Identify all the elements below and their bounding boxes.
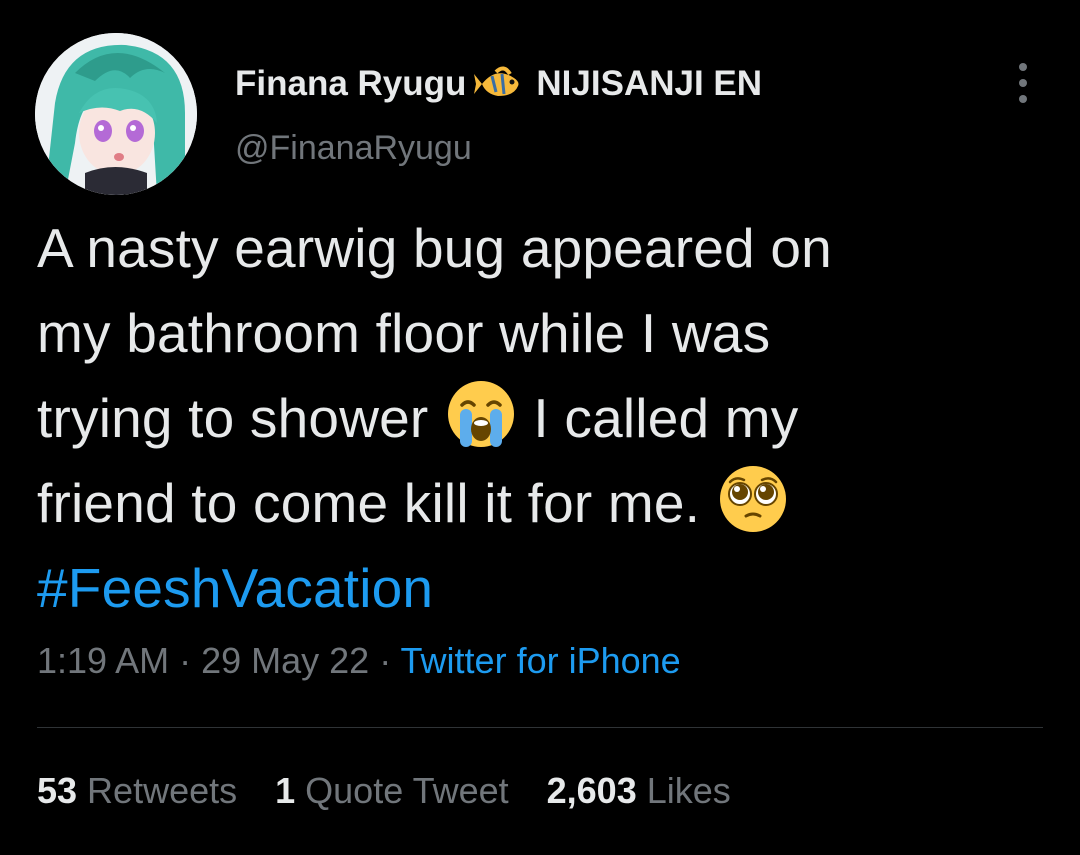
divider: [37, 727, 1043, 728]
tweet-stats: 53 Retweets 1 Quote Tweet 2,603 Likes: [37, 770, 731, 812]
tweet-line-text: friend to come kill it for me.: [37, 472, 701, 534]
tweet-source-link[interactable]: Twitter for iPhone: [401, 640, 681, 681]
retweets-stat[interactable]: 53 Retweets: [37, 770, 237, 812]
tweet-date[interactable]: 29 May 22: [201, 640, 369, 681]
fish-icon: [474, 64, 526, 104]
tweet-line: my bathroom floor while I was: [37, 302, 771, 364]
meta-separator: ·: [169, 640, 202, 681]
tweet-header: Finana Ryugu NIJISANJI EN @FinanaRyugu: [35, 33, 1045, 198]
likes-stat[interactable]: 2,603 Likes: [547, 770, 731, 812]
more-options-icon[interactable]: [1011, 63, 1035, 103]
tweet-body: A nasty earwig bug appeared on my bathro…: [37, 206, 1047, 631]
quotes-count: 1: [275, 770, 296, 811]
tweet-time[interactable]: 1:19 AM: [37, 640, 169, 681]
display-name[interactable]: Finana Ryugu: [235, 64, 466, 104]
tweet-line: friend to come kill it for me.: [37, 461, 1047, 546]
likes-label: Likes: [646, 770, 731, 811]
tweet-meta: 1:19 AM · 29 May 22 · Twitter for iPhone: [37, 640, 681, 682]
tweet-line: A nasty earwig bug appeared on: [37, 217, 832, 279]
meta-separator: ·: [369, 640, 401, 681]
tweet-line-text: I called my: [533, 387, 799, 449]
loudly-crying-face-icon: [444, 377, 518, 451]
retweets-count: 53: [37, 770, 78, 811]
user-handle[interactable]: @FinanaRyugu: [235, 129, 472, 168]
quotes-label: Quote Tweet: [305, 770, 509, 811]
avatar[interactable]: [35, 33, 197, 195]
quotes-stat[interactable]: 1 Quote Tweet: [275, 770, 509, 812]
tweet-line-text: trying to shower: [37, 387, 429, 449]
retweets-label: Retweets: [87, 770, 238, 811]
pleading-face-icon: [716, 462, 790, 536]
tweet-line: trying to shower I called my: [37, 376, 1047, 461]
hashtag-link[interactable]: #FeeshVacation: [37, 546, 1047, 631]
likes-count: 2,603: [546, 770, 637, 811]
author-name-row: Finana Ryugu NIJISANJI EN: [235, 61, 762, 107]
affiliation-label: NIJISANJI EN: [536, 64, 763, 103]
